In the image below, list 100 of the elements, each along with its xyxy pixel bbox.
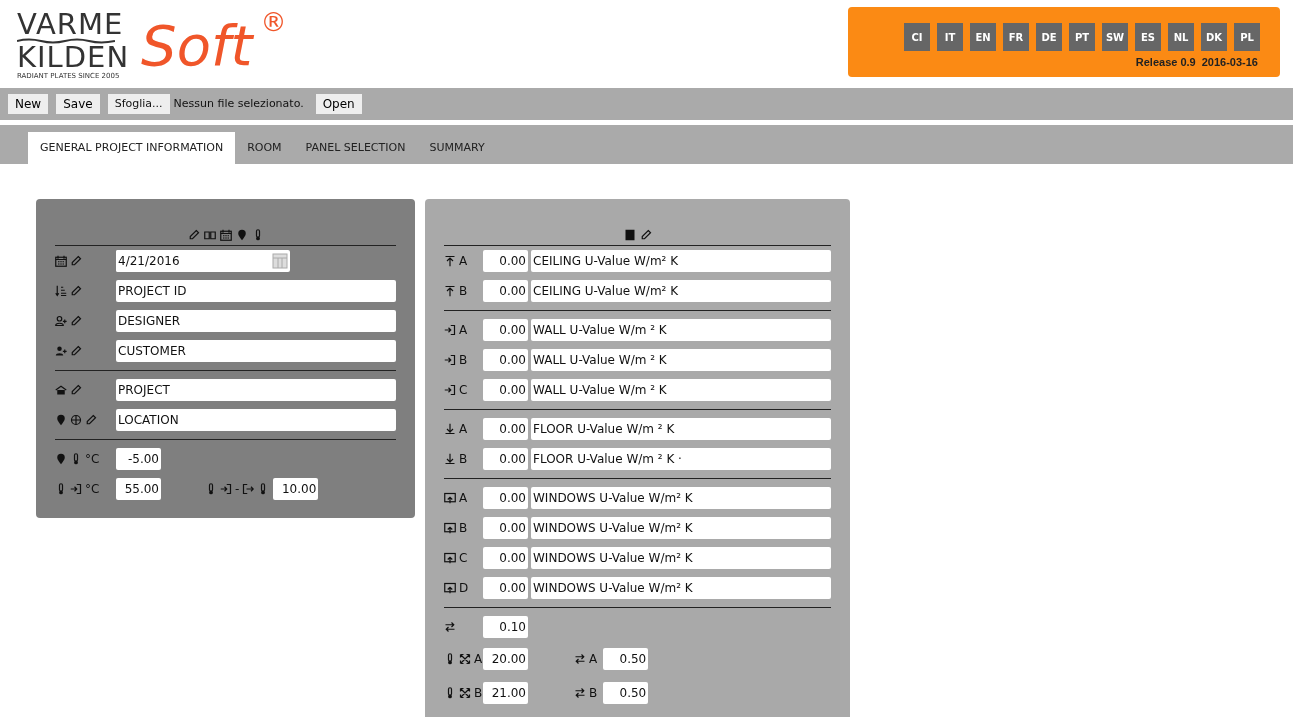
number-field[interactable]: 0.00	[483, 547, 528, 569]
text-field[interactable]: WALL U-Value W/m ² K	[531, 349, 831, 371]
number-field[interactable]: 0.50	[603, 682, 649, 704]
number-field[interactable]: 0.00	[483, 517, 528, 539]
map-pin-icon	[235, 229, 248, 241]
arrow-down-icon	[444, 423, 456, 435]
text-field[interactable]: CEILING U-Value W/m² K	[531, 250, 831, 272]
row-letter: A	[459, 253, 468, 270]
window-icon	[444, 522, 456, 534]
text-field[interactable]: FLOOR U-Value W/m ² K ·	[531, 448, 831, 470]
pencil-icon	[70, 345, 82, 357]
row-letter: B	[474, 685, 483, 702]
tab[interactable]: GENERAL PROJECT INFORMATION	[28, 132, 236, 164]
row-letter: A	[459, 421, 468, 438]
sign-in-icon	[70, 483, 82, 495]
unit-label: °C	[85, 481, 100, 498]
window-icon	[444, 492, 456, 504]
tab[interactable]: PANEL SELECTION	[293, 132, 418, 164]
release-version: Release 0.9	[1135, 55, 1196, 70]
user-plus-icon	[55, 345, 67, 357]
text-field[interactable]: CEILING U-Value W/m² K	[531, 280, 831, 302]
row-letter: C	[459, 382, 468, 399]
number-field[interactable]: 0.00	[483, 280, 528, 302]
number-field[interactable]: 0.00	[483, 577, 528, 599]
number-field[interactable]: 0.00	[483, 487, 528, 509]
house-icon	[55, 384, 67, 396]
text-field[interactable]: PROJECT ID	[116, 280, 396, 302]
row-letter: A	[474, 651, 483, 668]
text-field[interactable]: WINDOWS U-Value W/m² K	[531, 487, 831, 509]
number-field[interactable]: 55.00	[116, 478, 161, 500]
language-button[interactable]: EN	[970, 23, 996, 51]
text-field[interactable]: FLOOR U-Value W/m ² K	[531, 418, 831, 440]
pencil-icon	[70, 285, 82, 297]
dash-label: -	[235, 481, 240, 498]
browse-button[interactable]: Sfoglia...	[107, 94, 170, 114]
language-button[interactable]: SW	[1102, 23, 1128, 51]
number-field[interactable]: 0.00	[483, 418, 528, 440]
unit-label: °C	[85, 451, 100, 468]
calendar-icon[interactable]	[272, 253, 288, 269]
text-field[interactable]: DESIGNER	[116, 310, 396, 332]
sort-icon	[55, 285, 67, 297]
row-letter: B	[589, 685, 598, 702]
pencil-icon	[187, 229, 200, 241]
row-letter: B	[459, 520, 468, 537]
text-field[interactable]: WALL U-Value W/m ² K	[531, 379, 831, 401]
number-field[interactable]: 0.00	[483, 379, 528, 401]
number-field[interactable]: 10.00	[273, 478, 319, 500]
language-button[interactable]: NL	[1168, 23, 1194, 51]
language-button[interactable]: ES	[1135, 23, 1161, 51]
language-button[interactable]: IT	[937, 23, 963, 51]
text-field[interactable]: WINDOWS U-Value W/m² K	[531, 577, 831, 599]
language-button[interactable]: PT	[1069, 23, 1095, 51]
arrow-up-icon	[444, 255, 456, 267]
pencil-icon	[70, 255, 82, 267]
number-field[interactable]: 20.00	[483, 648, 528, 670]
text-field[interactable]: WINDOWS U-Value W/m² K	[531, 547, 831, 569]
text-field[interactable]: WINDOWS U-Value W/m² K	[531, 517, 831, 539]
number-field[interactable]: 0.10	[483, 616, 528, 638]
new-button[interactable]: New	[8, 94, 49, 114]
tab[interactable]: ROOM	[235, 132, 294, 164]
save-button[interactable]: Save	[56, 94, 100, 114]
language-button[interactable]: PL	[1234, 23, 1260, 51]
pencil-icon	[70, 384, 82, 396]
number-field[interactable]: 0.00	[483, 349, 528, 371]
text-field[interactable]: PROJECT	[116, 379, 396, 401]
registered-mark: ®	[260, 7, 287, 37]
file-status: Nessun file selezionato.	[173, 95, 304, 112]
text-field[interactable]: LOCATION	[116, 409, 396, 431]
exchange-icon	[574, 653, 586, 665]
tab[interactable]: SUMMARY	[417, 132, 497, 164]
number-field[interactable]: 0.50	[603, 648, 649, 670]
text-field[interactable]: CUSTOMER	[116, 340, 396, 362]
language-button[interactable]: DK	[1201, 23, 1227, 51]
open-button[interactable]: Open	[315, 94, 362, 114]
pencil-icon	[639, 229, 652, 241]
window-icon	[444, 552, 456, 564]
sign-out-icon	[242, 483, 255, 495]
row-letter: B	[459, 283, 468, 300]
number-field[interactable]: 21.00	[483, 682, 528, 704]
globe-icon	[70, 414, 82, 426]
number-field[interactable]: 0.00	[483, 448, 528, 470]
sign-in-icon	[220, 483, 232, 495]
row-letter: A	[459, 322, 468, 339]
number-field[interactable]: 0.00	[483, 250, 528, 272]
map-pin-icon	[55, 453, 67, 465]
logo-text: Soft	[141, 16, 253, 76]
number-field[interactable]: 0.00	[483, 319, 528, 341]
row-letter: A	[589, 651, 598, 668]
wave-line-icon	[17, 38, 115, 44]
text-field[interactable]: WALL U-Value W/m ² K	[531, 319, 831, 341]
number-field[interactable]: -5.00	[116, 448, 161, 470]
language-button[interactable]: FR	[1003, 23, 1029, 51]
logo-text: KILDEN	[17, 44, 130, 71]
date-field[interactable]: 4/21/2016	[116, 250, 290, 272]
language-button[interactable]: CI	[904, 23, 930, 51]
sign-in-icon	[444, 324, 456, 336]
language-button[interactable]: DE	[1036, 23, 1062, 51]
expand-icon	[459, 687, 471, 699]
exchange-icon	[444, 621, 456, 633]
sign-in-icon	[444, 354, 456, 366]
